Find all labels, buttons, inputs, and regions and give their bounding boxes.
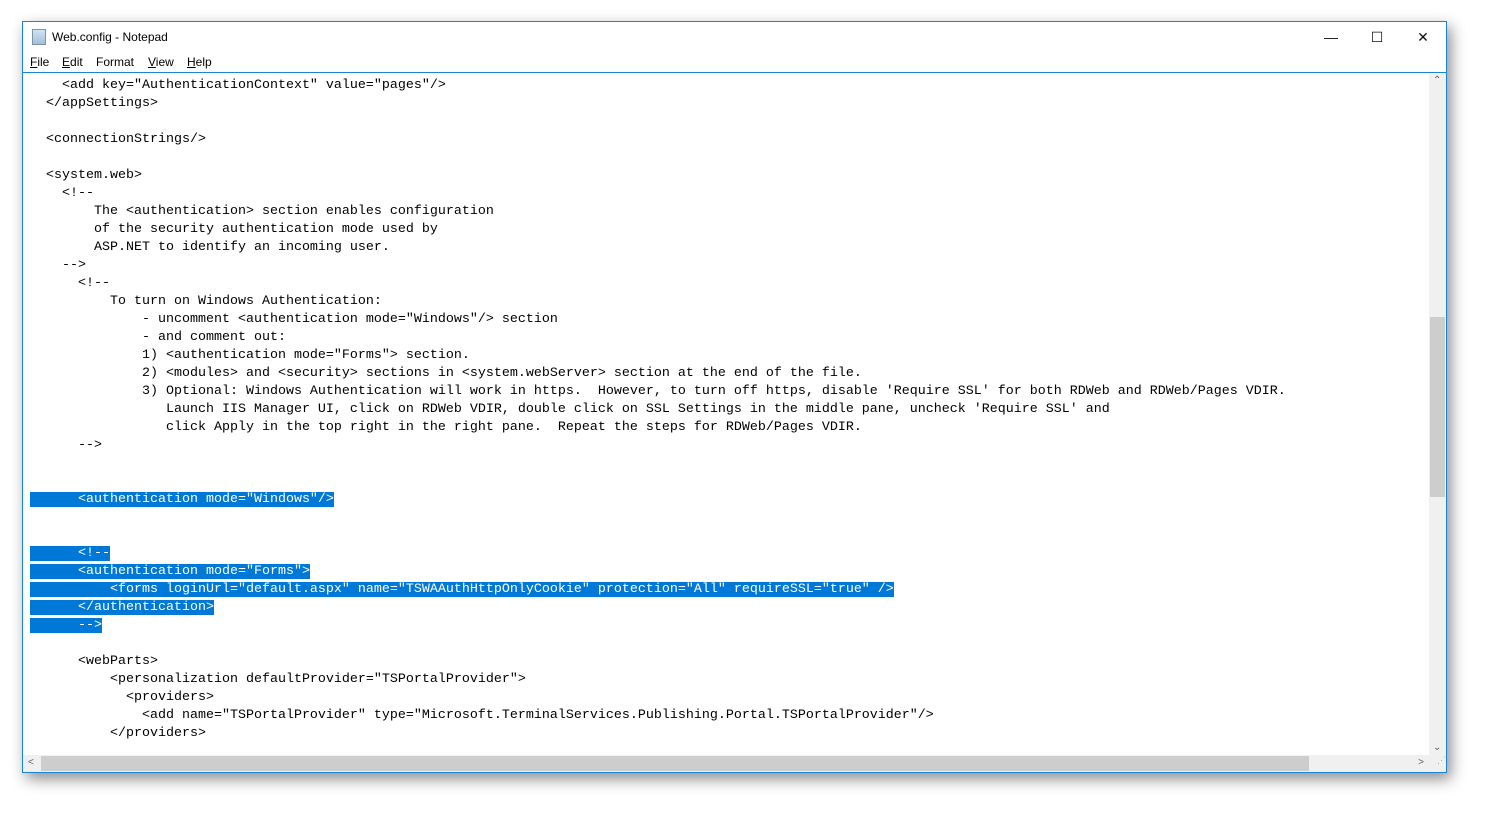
text-line bbox=[30, 635, 1286, 653]
text-line: Launch IIS Manager UI, click on RDWeb VD… bbox=[30, 401, 1286, 419]
line-text: --> bbox=[30, 438, 102, 453]
scroll-left-icon[interactable]: < bbox=[28, 757, 34, 768]
text-line: <add name="TSPortalProvider" type="Micro… bbox=[30, 707, 1286, 725]
menu-edit[interactable]: Edit bbox=[62, 55, 83, 69]
title-bar[interactable]: Web.config - Notepad — ☐ ✕ bbox=[23, 22, 1446, 52]
menu-help-label: elp bbox=[195, 55, 212, 69]
vertical-scrollbar[interactable]: ⌃ ⌄ bbox=[1429, 73, 1446, 755]
text-line: 1) <authentication mode="Forms"> section… bbox=[30, 347, 1286, 365]
line-text: <webParts> bbox=[30, 654, 158, 669]
menu-format[interactable]: Format bbox=[96, 55, 134, 69]
line-text: The <authentication> section enables con… bbox=[30, 204, 494, 219]
line-text: <!-- bbox=[30, 186, 94, 201]
text-line: of the security authentication mode used… bbox=[30, 221, 1286, 239]
notepad-window: Web.config - Notepad — ☐ ✕ File Edit For… bbox=[22, 21, 1447, 773]
text-line: <webParts> bbox=[30, 653, 1286, 671]
menu-view-key: V bbox=[148, 55, 156, 69]
menu-help[interactable]: Help bbox=[187, 55, 212, 69]
line-text: 1) <authentication mode="Forms"> section… bbox=[30, 348, 470, 363]
text-line: <!-- bbox=[30, 275, 1286, 293]
horizontal-scrollbar[interactable]: < > bbox=[23, 755, 1429, 772]
text-line bbox=[30, 527, 1286, 545]
minimize-button[interactable]: — bbox=[1308, 22, 1354, 52]
menu-file[interactable]: File bbox=[30, 55, 49, 69]
text-line: - uncomment <authentication mode="Window… bbox=[30, 311, 1286, 329]
line-text: 2) <modules> and <security> sections in … bbox=[30, 366, 862, 381]
line-text: ASP.NET to identify an incoming user. bbox=[30, 240, 390, 255]
text-line bbox=[30, 473, 1286, 491]
text-line: <!-- bbox=[30, 545, 1286, 563]
line-text: <system.web> bbox=[30, 168, 142, 183]
line-text: </appSettings> bbox=[30, 96, 158, 111]
text-line: 3) Optional: Windows Authentication will… bbox=[30, 383, 1286, 401]
line-text: 3) Optional: Windows Authentication will… bbox=[30, 384, 1286, 399]
line-text: </providers> bbox=[30, 726, 206, 741]
horizontal-scroll-thumb[interactable] bbox=[41, 756, 1309, 771]
text-line: <connectionStrings/> bbox=[30, 131, 1286, 149]
menu-file-label: ile bbox=[37, 55, 50, 69]
close-button[interactable]: ✕ bbox=[1400, 22, 1446, 52]
text-line bbox=[30, 149, 1286, 167]
menu-view-label: iew bbox=[155, 55, 174, 69]
line-text: Launch IIS Manager UI, click on RDWeb VD… bbox=[30, 402, 1110, 417]
text-line: <forms loginUrl="default.aspx" name="TSW… bbox=[30, 581, 1286, 599]
scroll-right-icon[interactable]: > bbox=[1418, 757, 1424, 768]
menu-edit-label: dit bbox=[70, 55, 83, 69]
menu-bar: File Edit Format View Help bbox=[23, 52, 1446, 72]
text-line: </providers> bbox=[30, 725, 1286, 743]
line-text: - uncomment <authentication mode="Window… bbox=[30, 312, 558, 327]
vertical-scroll-thumb[interactable] bbox=[1430, 317, 1445, 497]
text-line: <!-- bbox=[30, 185, 1286, 203]
selected-text: <authentication mode="Forms"> bbox=[30, 564, 310, 579]
text-line: - and comment out: bbox=[30, 329, 1286, 347]
text-line: click Apply in the top right in the righ… bbox=[30, 419, 1286, 437]
line-text: <connectionStrings/> bbox=[30, 132, 206, 147]
text-line bbox=[30, 113, 1286, 131]
line-text: <add name="TSPortalProvider" type="Micro… bbox=[30, 708, 934, 723]
resize-grip-icon[interactable]: ⋰ bbox=[1429, 755, 1446, 772]
line-text: - and comment out: bbox=[30, 330, 286, 345]
menu-format-label: ormat bbox=[103, 55, 135, 69]
menu-view[interactable]: View bbox=[148, 55, 174, 69]
text-line: <personalization defaultProvider="TSPort… bbox=[30, 671, 1286, 689]
scroll-down-icon[interactable]: ⌄ bbox=[1433, 742, 1441, 753]
selected-text: <forms loginUrl="default.aspx" name="TSW… bbox=[30, 582, 894, 597]
line-text: <!-- bbox=[30, 276, 110, 291]
line-text: --> bbox=[30, 258, 86, 273]
text-line: The <authentication> section enables con… bbox=[30, 203, 1286, 221]
text-line: <authentication mode="Forms"> bbox=[30, 563, 1286, 581]
line-text: of the security authentication mode used… bbox=[30, 222, 438, 237]
editor-content[interactable]: <add key="AuthenticationContext" value="… bbox=[30, 77, 1286, 743]
selected-text: <!-- bbox=[30, 546, 110, 561]
text-line: <authentication mode="Windows"/> bbox=[30, 491, 1286, 509]
line-text: <personalization defaultProvider="TSPort… bbox=[30, 672, 526, 687]
text-line: --> bbox=[30, 437, 1286, 455]
window-title: Web.config - Notepad bbox=[52, 30, 168, 44]
text-line: </appSettings> bbox=[30, 95, 1286, 113]
text-line: <providers> bbox=[30, 689, 1286, 707]
text-line: <system.web> bbox=[30, 167, 1286, 185]
text-line: ASP.NET to identify an incoming user. bbox=[30, 239, 1286, 257]
text-editor[interactable]: <add key="AuthenticationContext" value="… bbox=[23, 72, 1446, 772]
text-line: --> bbox=[30, 617, 1286, 635]
line-text: click Apply in the top right in the righ… bbox=[30, 420, 862, 435]
menu-edit-key: E bbox=[62, 55, 71, 69]
notepad-app-icon bbox=[32, 29, 46, 45]
selected-text: <authentication mode="Windows"/> bbox=[30, 492, 334, 507]
text-line: To turn on Windows Authentication: bbox=[30, 293, 1286, 311]
line-text: <providers> bbox=[30, 690, 214, 705]
text-line: 2) <modules> and <security> sections in … bbox=[30, 365, 1286, 383]
scroll-up-icon[interactable]: ⌃ bbox=[1433, 75, 1441, 86]
menu-help-key: H bbox=[187, 55, 196, 69]
text-line: </authentication> bbox=[30, 599, 1286, 617]
text-line bbox=[30, 509, 1286, 527]
line-text: To turn on Windows Authentication: bbox=[30, 294, 382, 309]
selected-text: </authentication> bbox=[30, 600, 214, 615]
text-line: <add key="AuthenticationContext" value="… bbox=[30, 77, 1286, 95]
text-line bbox=[30, 455, 1286, 473]
text-line: --> bbox=[30, 257, 1286, 275]
line-text: <add key="AuthenticationContext" value="… bbox=[30, 78, 446, 93]
maximize-button[interactable]: ☐ bbox=[1354, 22, 1400, 52]
selected-text: --> bbox=[30, 618, 102, 633]
